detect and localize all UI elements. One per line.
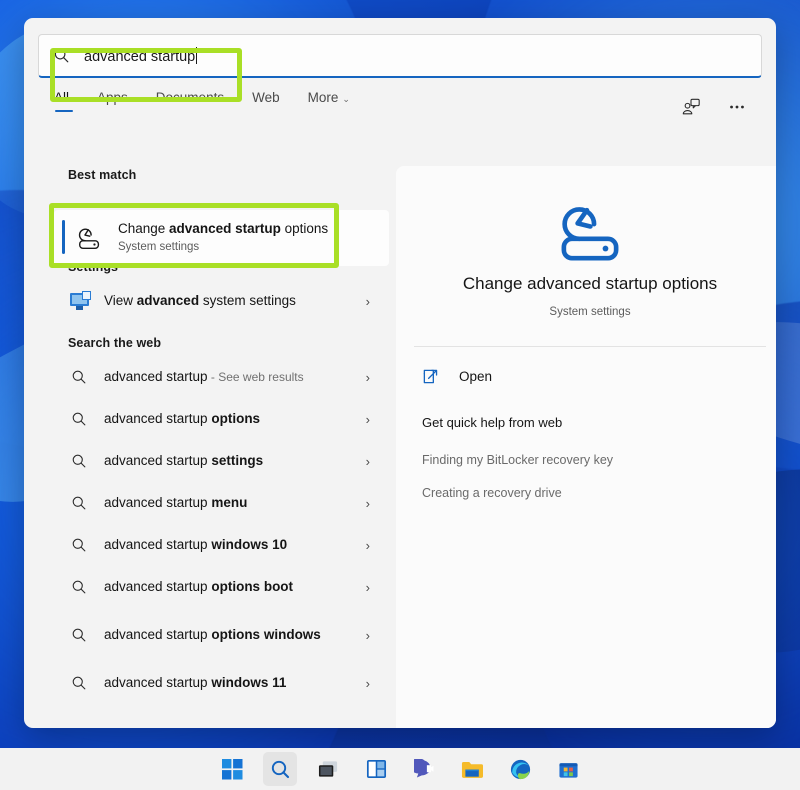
web-result-label: advanced startup options xyxy=(104,410,261,426)
edge-icon[interactable] xyxy=(503,752,537,786)
web-result-label: advanced startup options boot xyxy=(104,578,294,594)
search-icon xyxy=(54,48,69,63)
preview-panel: Change advanced startup options System s… xyxy=(396,166,776,728)
search-input-value: advanced startup xyxy=(84,46,198,65)
search-icon xyxy=(68,495,90,511)
open-external-icon xyxy=(423,369,438,384)
tab-web[interactable]: Web xyxy=(252,90,280,112)
tab-all[interactable]: All xyxy=(54,90,74,112)
microsoft-store-icon[interactable] xyxy=(551,752,585,786)
section-header-best-match: Best match xyxy=(68,168,137,182)
quick-help-link[interactable]: Finding my BitLocker recovery key xyxy=(422,453,613,467)
search-bar-container: advanced startup xyxy=(38,34,762,78)
web-result-label: advanced startup windows 10 xyxy=(104,536,288,552)
system-properties-icon xyxy=(68,290,91,310)
chevron-right-icon: › xyxy=(365,537,370,553)
chevron-down-icon: ⌄ xyxy=(342,94,350,104)
search-input[interactable]: advanced startup xyxy=(38,34,762,78)
quick-help-header: Get quick help from web xyxy=(422,415,563,430)
search-flyout-panel: advanced startup All Apps Documents Web … xyxy=(24,18,776,728)
filter-tab-bar: All Apps Documents Web More ⌄ xyxy=(54,90,378,124)
chevron-right-icon: › xyxy=(365,579,370,595)
text-caret xyxy=(196,46,198,64)
search-icon xyxy=(68,675,90,691)
chevron-right-icon: › xyxy=(365,293,370,309)
web-result-label: advanced startup - See web results xyxy=(104,368,304,384)
feedback-icon[interactable] xyxy=(680,96,702,118)
more-options-icon[interactable] xyxy=(726,96,748,118)
web-result-label: advanced startup menu xyxy=(104,494,248,510)
search-icon[interactable] xyxy=(263,752,297,786)
chevron-right-icon: › xyxy=(365,627,370,643)
chevron-right-icon: › xyxy=(365,453,370,469)
settings-result-row[interactable]: View advanced system settings › xyxy=(44,280,392,322)
tab-more[interactable]: More ⌄ xyxy=(308,90,350,112)
tab-apps[interactable]: Apps xyxy=(97,90,128,112)
search-icon xyxy=(68,537,90,553)
web-result-row[interactable]: advanced startup windows 11 › xyxy=(44,662,392,704)
web-result-label: advanced startup windows 11 xyxy=(104,674,287,690)
web-result-row[interactable]: advanced startup menu › xyxy=(44,482,392,524)
best-match-text: Change advanced startup options System s… xyxy=(118,221,328,254)
section-header-search-the-web: Search the web xyxy=(68,336,162,350)
search-icon xyxy=(68,453,90,469)
preview-subtitle: System settings xyxy=(549,306,631,318)
widgets-icon[interactable] xyxy=(359,752,393,786)
divider xyxy=(414,346,766,347)
start-icon[interactable] xyxy=(215,752,249,786)
chevron-right-icon: › xyxy=(365,369,370,385)
search-icon xyxy=(68,627,90,643)
recovery-drive-icon xyxy=(561,207,619,261)
quick-help-link[interactable]: Creating a recovery drive xyxy=(422,486,562,500)
best-match-subtitle: System settings xyxy=(118,241,200,254)
header-actions xyxy=(680,96,748,118)
web-result-row[interactable]: advanced startup options windows › xyxy=(44,608,392,662)
web-results-list: advanced startup - See web results › advan… xyxy=(44,356,392,704)
open-label: Open xyxy=(459,369,493,384)
open-action[interactable]: Open xyxy=(422,368,492,385)
web-result-row[interactable]: advanced startup windows 10 › xyxy=(44,524,392,566)
selection-accent-bar xyxy=(62,220,65,254)
best-match-result[interactable]: Change advanced startup options System s… xyxy=(54,210,389,266)
settings-result-label: View advanced system settings xyxy=(104,292,296,308)
chat-icon[interactable] xyxy=(407,752,441,786)
search-icon xyxy=(68,369,90,385)
chevron-right-icon: › xyxy=(365,411,370,427)
chevron-right-icon: › xyxy=(365,675,370,691)
search-icon xyxy=(68,411,90,427)
chevron-right-icon: › xyxy=(365,495,370,511)
web-result-row[interactable]: advanced startup options boot › xyxy=(44,566,392,608)
recovery-drive-icon xyxy=(78,228,100,249)
search-icon xyxy=(68,579,90,595)
task-view-icon[interactable] xyxy=(311,752,345,786)
web-result-label: advanced startup options windows xyxy=(104,626,321,642)
tab-documents[interactable]: Documents xyxy=(156,90,224,112)
web-result-row[interactable]: advanced startup options › xyxy=(44,398,392,440)
file-explorer-icon[interactable] xyxy=(455,752,489,786)
taskbar xyxy=(0,748,800,790)
results-list: Best match Change advanced startup optio… xyxy=(24,154,392,728)
web-result-row[interactable]: advanced startup - See web results › xyxy=(44,356,392,398)
best-match-title: Change advanced startup options xyxy=(118,221,329,237)
preview-title: Change advanced startup options xyxy=(462,274,718,293)
web-result-row[interactable]: advanced startup settings › xyxy=(44,440,392,482)
web-result-label: advanced startup settings xyxy=(104,452,264,468)
